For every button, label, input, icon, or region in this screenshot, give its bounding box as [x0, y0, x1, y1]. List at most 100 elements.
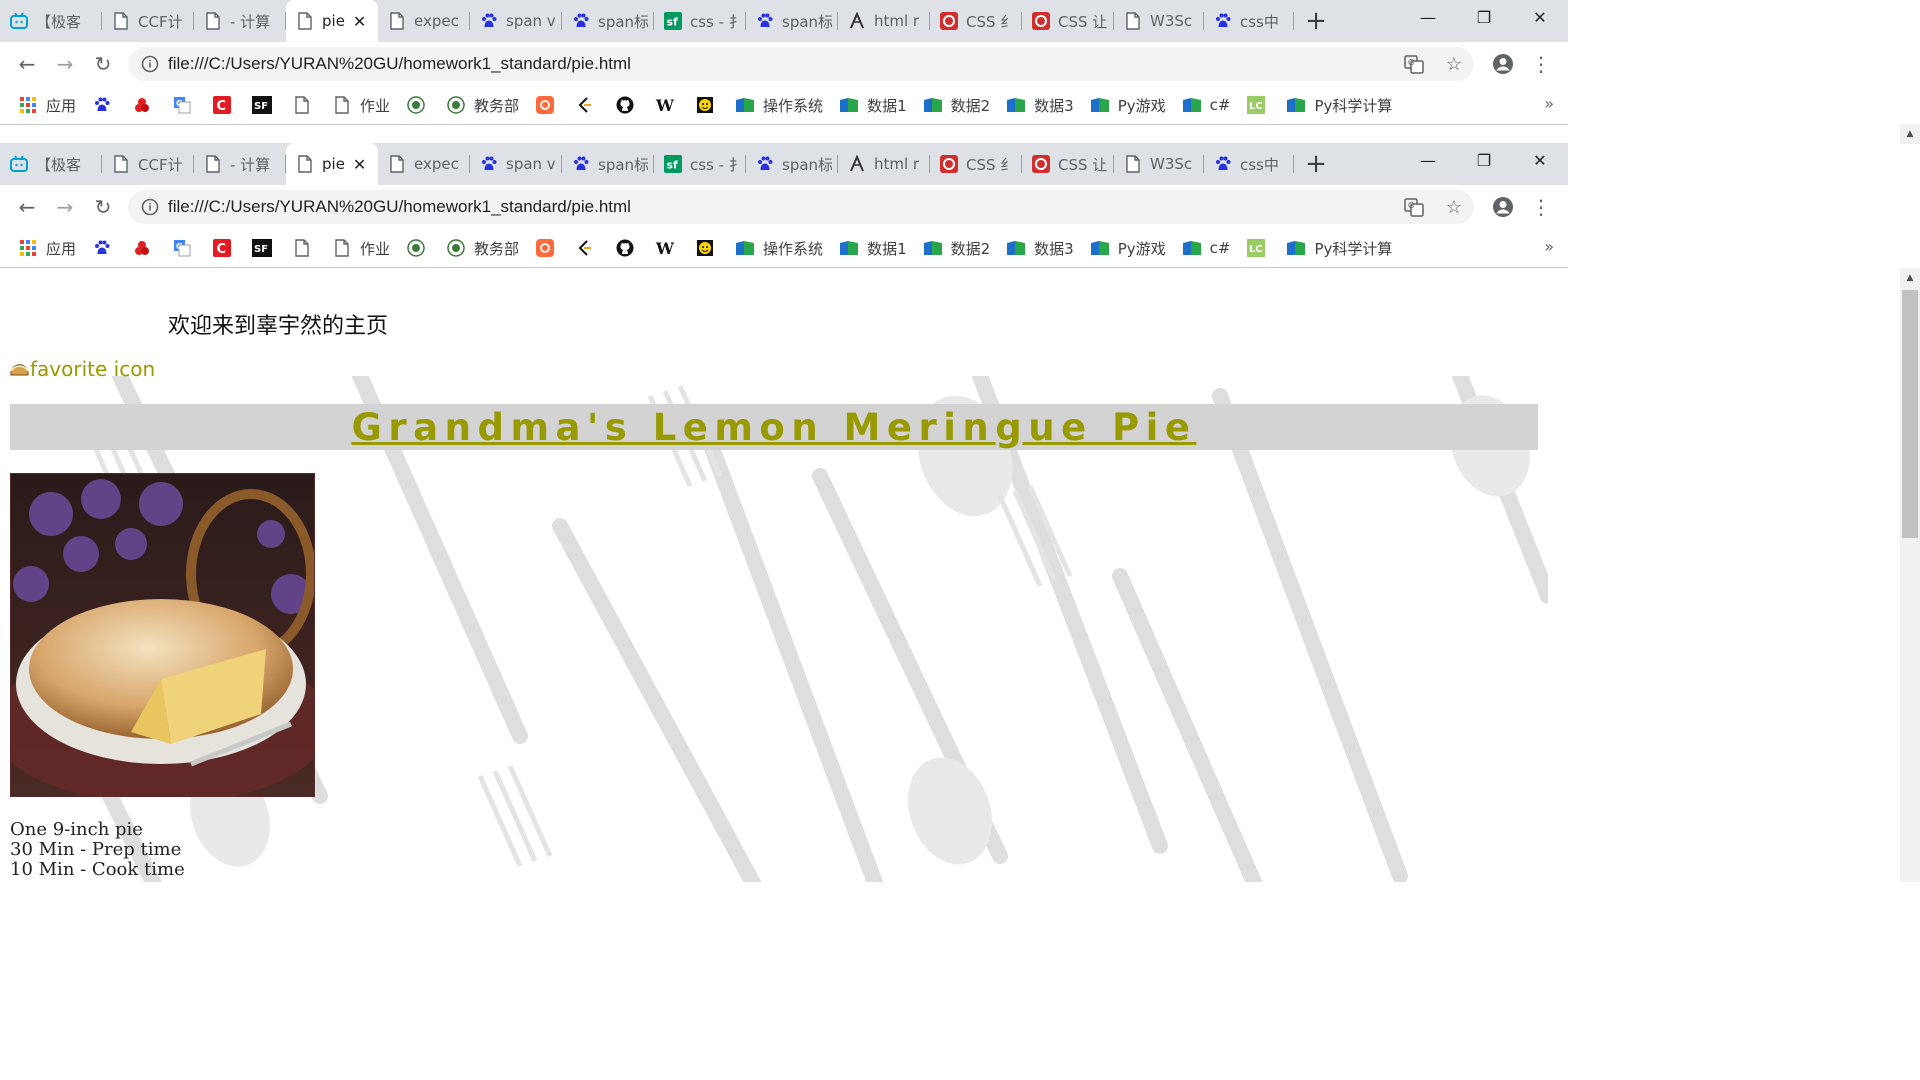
- bookmark-item-7[interactable]: 作业: [322, 90, 396, 120]
- bookmark-item-20[interactable]: c#: [1172, 233, 1237, 263]
- bookmark-item-2[interactable]: [122, 233, 162, 263]
- bookmark-item-21[interactable]: LC: [1236, 90, 1276, 120]
- new-tab-icon[interactable]: +: [1294, 0, 1338, 42]
- bookmark-item-5[interactable]: SF: [242, 233, 282, 263]
- forward-icon[interactable]: →: [46, 187, 84, 227]
- bookmark-item-16[interactable]: 数据1: [829, 233, 913, 263]
- bookmark-item-11[interactable]: [565, 90, 605, 120]
- address-bar[interactable]: file:///C:/Users/YURAN%20GU/homework1_st…: [128, 47, 1474, 81]
- new-tab-icon[interactable]: +: [1294, 143, 1338, 185]
- bookmark-item-21[interactable]: LC: [1236, 233, 1276, 263]
- bookmark-item-18[interactable]: 数据3: [996, 233, 1080, 263]
- profile-icon[interactable]: [1484, 44, 1522, 84]
- tab-10[interactable]: CSS 纟: [930, 143, 1022, 185]
- tab-2[interactable]: - 计算: [194, 0, 286, 42]
- tab-5[interactable]: span v: [470, 143, 562, 185]
- tab-12[interactable]: W3Sc: [1114, 0, 1204, 42]
- favicon-link[interactable]: favorite icon: [10, 357, 155, 381]
- bookmark-item-13[interactable]: W: [645, 233, 685, 263]
- bookmark-item-8[interactable]: [396, 233, 436, 263]
- tab-10[interactable]: CSS 纟: [930, 0, 1022, 42]
- scroll-up-arrow-icon[interactable]: ▲: [1900, 268, 1920, 288]
- bookmark-item-3[interactable]: G: [162, 233, 202, 263]
- minimize-icon[interactable]: —: [1400, 0, 1456, 34]
- bookmark-item-14[interactable]: [685, 233, 725, 263]
- minimize-icon[interactable]: —: [1400, 143, 1456, 177]
- restore-icon[interactable]: ❐: [1456, 143, 1512, 177]
- bookmark-item-1[interactable]: [82, 233, 122, 263]
- reload-icon[interactable]: ↻: [84, 187, 122, 227]
- tab-11[interactable]: CSS 让: [1022, 143, 1114, 185]
- tab-4[interactable]: expec: [378, 143, 470, 185]
- bookmark-item-22[interactable]: Py科学计算: [1276, 233, 1398, 263]
- scrollbar-thumb[interactable]: [1902, 290, 1918, 538]
- bookmark-item-22[interactable]: Py科学计算: [1276, 90, 1398, 120]
- profile-icon[interactable]: [1484, 187, 1522, 227]
- tab-9[interactable]: html r: [838, 0, 930, 42]
- bookmark-item-9[interactable]: 教务部: [436, 90, 525, 120]
- back-icon[interactable]: ←: [8, 44, 46, 84]
- bookmarks-overflow-icon[interactable]: »: [1544, 94, 1554, 113]
- tab-0[interactable]: 【极客: [0, 143, 102, 185]
- bookmark-item-4[interactable]: C: [202, 233, 242, 263]
- translate-icon[interactable]: G: [1394, 54, 1434, 74]
- bookmark-item-10[interactable]: [525, 233, 565, 263]
- bookmark-item-19[interactable]: Py游戏: [1080, 233, 1172, 263]
- info-icon[interactable]: [140, 54, 160, 74]
- bookmark-item-12[interactable]: [605, 233, 645, 263]
- tab-7[interactable]: sf css - 扌: [654, 0, 746, 42]
- reload-icon[interactable]: ↻: [84, 44, 122, 84]
- tab-6[interactable]: span标: [562, 0, 654, 42]
- close-window-icon[interactable]: ✕: [1512, 143, 1568, 177]
- bookmarks-overflow-icon[interactable]: »: [1544, 237, 1554, 256]
- restore-icon[interactable]: ❐: [1456, 0, 1512, 34]
- scroll-up-arrow-icon[interactable]: ▲: [1900, 124, 1920, 144]
- bookmark-item-18[interactable]: 数据3: [996, 90, 1080, 120]
- bookmark-item-17[interactable]: 数据2: [913, 233, 997, 263]
- bookmark-item-14[interactable]: [685, 90, 725, 120]
- close-window-icon[interactable]: ✕: [1512, 0, 1568, 34]
- tab-3[interactable]: pie ✕: [286, 143, 378, 185]
- bookmark-item-17[interactable]: 数据2: [913, 90, 997, 120]
- bookmark-item-10[interactable]: [525, 90, 565, 120]
- scrollbar-upper[interactable]: ▲: [1900, 124, 1920, 144]
- tab-12[interactable]: W3Sc: [1114, 143, 1204, 185]
- tab-7[interactable]: sf css - 扌: [654, 143, 746, 185]
- bookmark-item-15[interactable]: 操作系统: [725, 90, 829, 120]
- bookmark-item-6[interactable]: [282, 90, 322, 120]
- close-tab-icon[interactable]: ✕: [353, 12, 366, 31]
- translate-icon[interactable]: G: [1394, 197, 1434, 217]
- bookmark-item-9[interactable]: 教务部: [436, 233, 525, 263]
- bookmark-star-icon[interactable]: ☆: [1434, 197, 1474, 218]
- tab-2[interactable]: - 计算: [194, 143, 286, 185]
- recipe-title-link[interactable]: Grandma's Lemon Meringue Pie: [352, 406, 1197, 449]
- tab-0[interactable]: 【极客: [0, 0, 102, 42]
- bookmark-item-20[interactable]: c#: [1172, 90, 1237, 120]
- url-text[interactable]: file:///C:/Users/YURAN%20GU/homework1_st…: [168, 54, 1394, 74]
- tab-11[interactable]: CSS 让: [1022, 0, 1114, 42]
- tab-6[interactable]: span标: [562, 143, 654, 185]
- tab-4[interactable]: expec: [378, 0, 470, 42]
- tab-5[interactable]: span v: [470, 0, 562, 42]
- tab-9[interactable]: html r: [838, 143, 930, 185]
- bookmark-item-8[interactable]: [396, 90, 436, 120]
- bookmark-item-3[interactable]: G: [162, 90, 202, 120]
- bookmark-item-0[interactable]: 应用: [8, 90, 82, 120]
- tab-8[interactable]: span标: [746, 0, 838, 42]
- info-icon[interactable]: [140, 197, 160, 217]
- bookmark-item-2[interactable]: [122, 90, 162, 120]
- tab-13[interactable]: css中: [1204, 0, 1294, 42]
- bookmark-item-0[interactable]: 应用: [8, 233, 82, 263]
- back-icon[interactable]: ←: [8, 187, 46, 227]
- tab-13[interactable]: css中: [1204, 143, 1294, 185]
- tab-1[interactable]: CCF计: [102, 0, 194, 42]
- url-text[interactable]: file:///C:/Users/YURAN%20GU/homework1_st…: [168, 197, 1394, 217]
- bookmark-item-15[interactable]: 操作系统: [725, 233, 829, 263]
- bookmark-item-5[interactable]: SF: [242, 90, 282, 120]
- menu-kebab-icon[interactable]: ⋮: [1522, 187, 1560, 227]
- tab-1[interactable]: CCF计: [102, 143, 194, 185]
- forward-icon[interactable]: →: [46, 44, 84, 84]
- close-tab-icon[interactable]: ✕: [353, 155, 366, 174]
- tab-8[interactable]: span标: [746, 143, 838, 185]
- bookmark-item-6[interactable]: [282, 233, 322, 263]
